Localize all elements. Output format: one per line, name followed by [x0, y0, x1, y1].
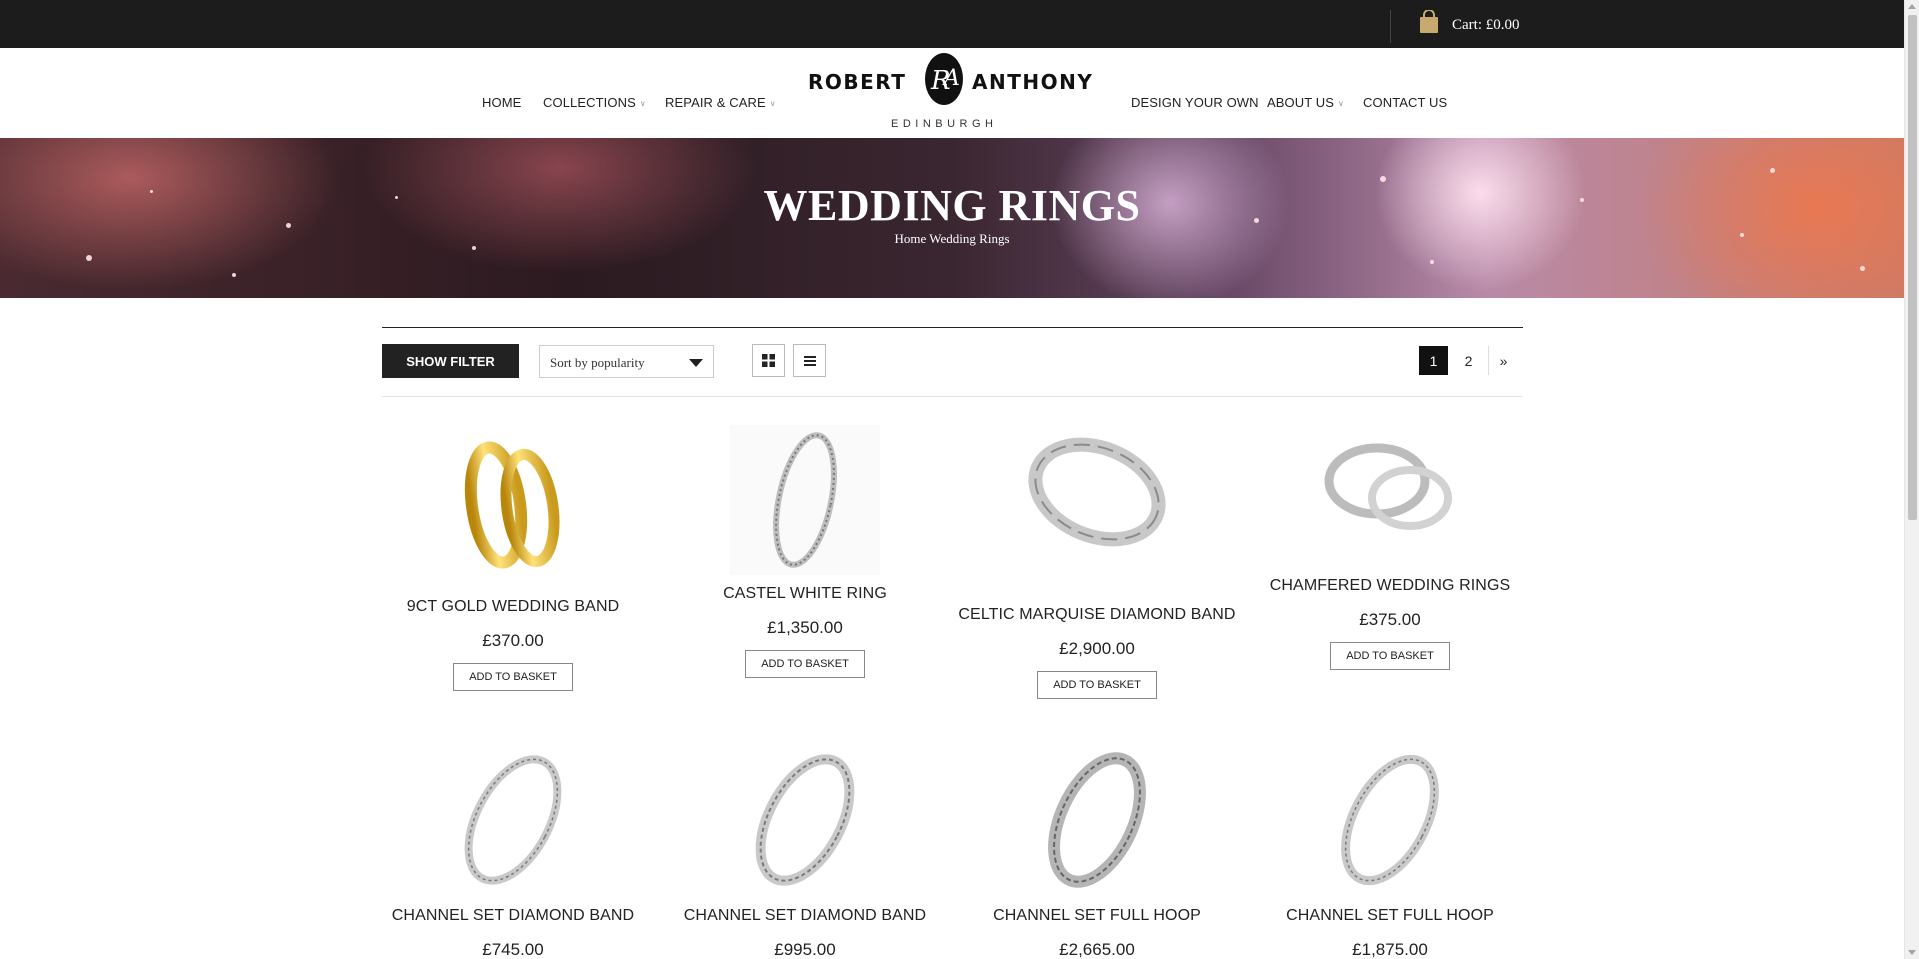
product-card: CHANNEL SET FULL HOOP £1,875.00	[1245, 748, 1535, 959]
scroll-down-arrow-icon[interactable]	[1908, 950, 1916, 955]
shopping-bag-icon	[1418, 9, 1440, 34]
product-name[interactable]: CELTIC MARQUISE DIAMOND BAND	[952, 606, 1242, 624]
product-price: £370.00	[482, 631, 544, 650]
product-name[interactable]: CHANNEL SET FULL HOOP	[952, 907, 1242, 925]
pagination-next[interactable]: »	[1488, 346, 1518, 375]
pagination-page-2[interactable]: 2	[1454, 346, 1483, 375]
add-to-basket-button[interactable]: ADD TO BASKET	[1330, 642, 1450, 670]
cart-link[interactable]: Cart: £0.00	[1418, 9, 1520, 34]
product-price: £2,665.00	[1059, 940, 1135, 959]
product-image[interactable]	[438, 430, 588, 580]
product-image[interactable]	[1315, 426, 1465, 561]
add-to-basket-button[interactable]: ADD TO BASKET	[1037, 671, 1157, 699]
logo-name-right: ANTHONY	[972, 70, 1094, 94]
product-name[interactable]: 9CT GOLD WEDDING BAND	[368, 598, 658, 616]
page-banner: WEDDING RINGS Home Wedding Rings	[0, 138, 1904, 298]
monogram-emblem: R A	[925, 53, 963, 105]
product-image[interactable]	[438, 748, 588, 893]
nav-repair-care[interactable]: REPAIR & CARE ∨	[665, 95, 776, 110]
product-image[interactable]	[1022, 430, 1172, 590]
caret-down-icon	[689, 359, 703, 367]
product-price: £1,350.00	[767, 618, 843, 637]
scrollbar-thumb[interactable]	[1908, 15, 1917, 520]
product-card: CHANNEL SET DIAMOND BAND £995.00	[660, 748, 950, 959]
top-bar-divider	[1390, 10, 1391, 43]
product-card: CASTEL WHITE RING £1,350.00 ADD TO BASKE…	[660, 425, 950, 678]
product-card: CHANNEL SET DIAMOND BAND £745.00	[368, 748, 658, 959]
sort-select-value: Sort by popularity	[550, 355, 645, 370]
breadcrumb-current: Wedding Rings	[929, 231, 1010, 246]
product-image[interactable]	[730, 425, 880, 575]
page-title: WEDDING RINGS	[763, 181, 1141, 230]
nav-design-your-own[interactable]: DESIGN YOUR OWN	[1131, 95, 1259, 110]
list-view-icon	[803, 355, 816, 366]
breadcrumb: Home Wedding Rings	[0, 231, 1904, 247]
product-name[interactable]: CHAMFERED WEDDING RINGS	[1245, 577, 1535, 595]
logo-name-left: ROBERT	[808, 70, 907, 94]
nav-contact-us[interactable]: CONTACT US	[1363, 95, 1447, 110]
chevron-down-icon: ∨	[639, 99, 646, 109]
toolbar-bottom-rule	[382, 396, 1523, 397]
product-name[interactable]: CHANNEL SET DIAMOND BAND	[368, 907, 658, 925]
product-image[interactable]	[1022, 748, 1172, 893]
nav-collections[interactable]: COLLECTIONS ∨	[543, 95, 646, 110]
svg-text:A: A	[942, 66, 960, 91]
product-price: £2,900.00	[1059, 639, 1135, 658]
chevron-down-icon: ∨	[1338, 99, 1344, 109]
grid-view-icon	[762, 354, 775, 367]
site-header: HOME COLLECTIONS ∨ REPAIR & CARE ∨ DESIGN …	[0, 48, 1904, 138]
logo-city: EDINBURGH	[891, 118, 998, 130]
product-card: CHAMFERED WEDDING RINGS £375.00 ADD TO B…	[1245, 426, 1535, 670]
product-price: £375.00	[1359, 610, 1421, 629]
show-filter-button[interactable]: SHOW FILTER	[382, 344, 519, 378]
product-name[interactable]: CASTEL WHITE RING	[660, 585, 950, 603]
add-to-basket-button[interactable]: ADD TO BASKET	[453, 663, 573, 691]
product-name[interactable]: CHANNEL SET DIAMOND BAND	[660, 907, 950, 925]
product-price: £1,875.00	[1352, 940, 1428, 959]
product-image[interactable]	[1315, 748, 1465, 893]
nav-home[interactable]: HOME	[482, 95, 521, 110]
product-price: £745.00	[482, 940, 544, 959]
product-name[interactable]: CHANNEL SET FULL HOOP	[1245, 907, 1535, 925]
breadcrumb-home[interactable]: Home	[895, 231, 927, 246]
sort-select[interactable]: Sort by popularity	[539, 345, 714, 378]
top-bar: Cart: £0.00	[0, 0, 1904, 48]
product-price: £995.00	[774, 940, 836, 959]
nav-about-us[interactable]: ABOUT US ∨	[1267, 95, 1344, 110]
brand-logo[interactable]: ROBERT R A ANTHONY EDINBURGH	[808, 50, 1094, 136]
list-view-button[interactable]	[793, 344, 826, 377]
toolbar-top-rule	[382, 327, 1523, 328]
product-image[interactable]	[730, 748, 880, 893]
chevron-down-icon: ∨	[769, 99, 776, 109]
product-card: 9CT GOLD WEDDING BAND £370.00 ADD TO BAS…	[368, 430, 658, 691]
page-scrollbar[interactable]	[1904, 0, 1919, 959]
product-card: CELTIC MARQUISE DIAMOND BAND £2,900.00 A…	[952, 430, 1242, 699]
grid-view-button[interactable]	[752, 344, 785, 377]
scroll-up-arrow-icon[interactable]	[1908, 4, 1916, 9]
cart-total: Cart: £0.00	[1452, 16, 1520, 33]
add-to-basket-button[interactable]: ADD TO BASKET	[745, 650, 865, 678]
product-card: CHANNEL SET FULL HOOP £2,665.00	[952, 748, 1242, 959]
pagination-page-1[interactable]: 1	[1419, 346, 1448, 375]
